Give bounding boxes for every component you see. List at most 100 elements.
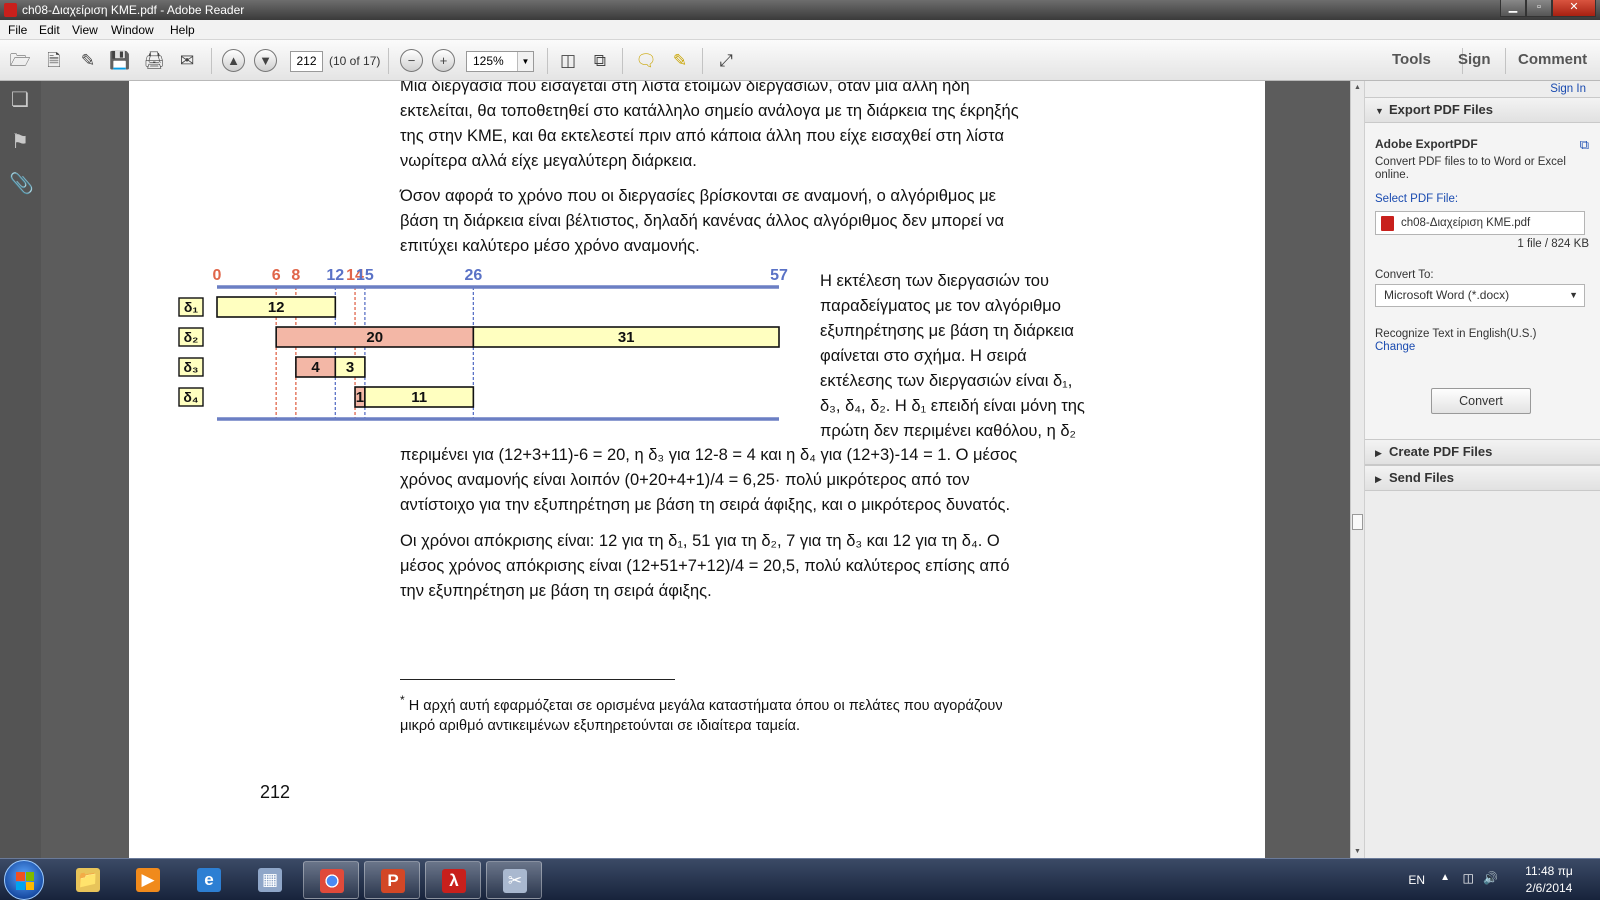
gantt-tick-label: 6 [272,267,281,284]
toolbar-separator [211,48,212,74]
language-indicator[interactable]: EN [1408,873,1425,887]
text-line: εκτελείται, θα τοποθετηθεί στο κατάλληλο… [400,102,1019,120]
convert-button[interactable]: Convert [1431,388,1531,414]
maximize-button[interactable]: ▫ [1526,0,1552,17]
toolbar-separator [547,48,548,74]
text-line: περιμένει για (12+3+11)-6 = 20, η δ₃ για… [400,446,1018,464]
attachments-icon[interactable]: 📎 [9,173,34,195]
paragraph-4: Οι χρόνοι απόκρισης είναι: 12 για τη δ₁,… [400,529,1140,604]
menu-edit[interactable]: Edit [39,23,60,37]
window-title: ch08-Διαχείριση ΚΜΕ.pdf - Adobe Reader [22,3,245,17]
scroll-up-icon[interactable]: ▲ [1351,81,1364,94]
create-pdf-header[interactable]: ▶ Create PDF Files [1365,439,1600,465]
convert-format-select[interactable]: Microsoft Word (*.docx) ▼ [1375,284,1585,307]
internet-explorer-icon: e [197,868,221,892]
folder-icon: 📁 [76,868,100,892]
close-button[interactable]: ✕ [1552,0,1596,17]
clock-time[interactable]: 11:48 πμ [1518,864,1580,878]
start-button[interactable] [4,860,44,900]
calculator-icon: ▦ [258,868,282,892]
menu-help[interactable]: Help [170,23,195,37]
previous-page-icon[interactable]: ▲ [222,49,245,72]
text-line: μέσος χρόνος απόκρισης είναι (12+51+7+12… [400,557,1010,575]
document-view[interactable]: Μια διεργασία που εισάγεται στη λίστα έτ… [41,81,1350,858]
fit-page-icon[interactable]: ◫ [556,49,580,73]
text-line: εκτέλεσης των διεργασιών είναι δ₁, [820,372,1073,390]
minimize-button[interactable]: ▁ [1500,0,1526,17]
paragraph-3: περιμένει για (12+3+11)-6 = 20, η δ₃ για… [400,443,1140,518]
taskbar-internet-explorer[interactable]: e [181,861,237,899]
highlight-icon[interactable]: ✎ [668,49,692,73]
export-description: online. [1375,169,1409,181]
zoom-out-icon[interactable]: − [400,49,423,72]
scroll-thumb[interactable] [1352,514,1363,530]
gantt-bar-label: 31 [618,329,635,346]
network-icon[interactable]: ◫ [1463,871,1474,885]
save-icon[interactable]: 💾 [108,49,132,73]
sticky-note-icon[interactable]: 🗨 [634,49,658,73]
zoom-in-icon[interactable]: + [432,49,455,72]
taskbar-calculator[interactable]: ▦ [242,861,298,899]
expand-icon[interactable]: ⤢ [714,49,738,73]
taskbar-explorer[interactable]: 📁 [60,861,116,899]
tools-pane: Sign In ▼ Export PDF Files Adobe ExportPD… [1364,81,1600,858]
gantt-row-label: δ₂ [184,329,199,345]
print-icon[interactable]: 🖨 [142,49,166,73]
page-number-input[interactable]: 212 [290,51,323,72]
text-line: Οι χρόνοι απόκρισης είναι: 12 για τη δ₁,… [400,532,1000,550]
navigation-pane: ❏ ⚑ 📎 [0,81,41,858]
menu-window[interactable]: Window [111,23,154,37]
sign-button[interactable]: Sign [1458,51,1491,68]
taskbar-powerpoint[interactable]: P [364,861,420,899]
next-page-icon[interactable]: ▼ [254,49,277,72]
export-pdf-body: Adobe ExportPDF ⧉ Convert PDF files to t… [1365,123,1600,448]
zoom-select[interactable]: 125% ▼ [466,51,534,72]
gantt-tick-label: 0 [213,267,222,284]
chrome-icon [320,869,344,893]
menu-file[interactable]: File [8,23,27,37]
page-count: (10 of 17) [329,54,381,68]
media-player-icon: ▶ [136,868,160,892]
triangle-right-icon: ▶ [1375,474,1382,484]
send-files-header[interactable]: ▶ Send Files [1365,465,1600,491]
gantt-tick-label: 26 [464,267,482,284]
comment-button[interactable]: Comment [1518,51,1587,68]
clock-date[interactable]: 2/6/2014 [1518,881,1580,895]
fit-width-icon[interactable]: ⧉ [588,49,612,73]
selected-file-field[interactable]: ch08-Διαχείριση ΚΜΕ.pdf [1375,211,1585,235]
taskbar-chrome[interactable] [303,861,359,899]
vertical-scrollbar[interactable]: ▲ ▼ [1350,81,1364,858]
text-line: νωρίτερα αλλά είχε μεγαλύτερη διάρκεια. [400,152,697,170]
paragraph-2: Όσον αφορά το χρόνο που οι διεργασίες βρ… [400,184,1140,259]
create-pdf-icon[interactable]: 🗎 [42,49,66,73]
text-line: της στην ΚΜΕ, και θα εκτελεστεί πριν από… [400,127,1004,145]
sign-in-link[interactable]: Sign In [1550,83,1586,95]
volume-icon[interactable]: 🔊 [1483,871,1498,885]
show-hidden-icons-icon[interactable]: ▲ [1440,872,1450,883]
chevron-down-icon[interactable]: ▼ [517,52,533,71]
gantt-bar-label: 4 [311,359,320,376]
menu-view[interactable]: View [72,23,98,37]
taskbar-media-player[interactable]: ▶ [120,861,176,899]
title-bar: ch08-Διαχείριση ΚΜΕ.pdf - Adobe Reader ▁… [0,0,1600,20]
change-language-link[interactable]: Change [1375,341,1415,353]
open-file-icon[interactable]: 🗁 [8,49,32,73]
edit-pdf-icon[interactable]: ✎ [76,49,100,73]
footnote-line-2: μικρό αριθμό αντικειμένων εξυπηρετούνται… [400,718,801,734]
menu-bar: File Edit View Window Help [0,20,1600,40]
windows-logo-icon [16,872,34,890]
taskbar-adobe-reader[interactable]: λ [425,861,481,899]
tools-button[interactable]: Tools [1392,51,1431,68]
taskbar-snipping-tool[interactable]: ✂ [486,861,542,899]
export-pdf-header[interactable]: ▼ Export PDF Files [1365,97,1600,123]
side-paragraph: Η εκτέλεση των διεργασιών του παραδείγμα… [820,269,1140,444]
email-icon[interactable]: ✉ [175,49,199,73]
export-options-icon[interactable]: ⧉ [1580,137,1589,153]
text-line: δ₃, δ₄, δ₂. Η δ₁ επειδή είναι μόνη της [820,397,1085,415]
bookmarks-icon[interactable]: ⚑ [9,131,31,153]
export-title: Adobe ExportPDF [1375,137,1478,151]
scroll-down-icon[interactable]: ▼ [1351,845,1364,858]
footnote-separator [400,679,675,680]
gantt-bar-label: 20 [366,329,383,346]
page-thumbnails-icon[interactable]: ❏ [9,89,31,111]
